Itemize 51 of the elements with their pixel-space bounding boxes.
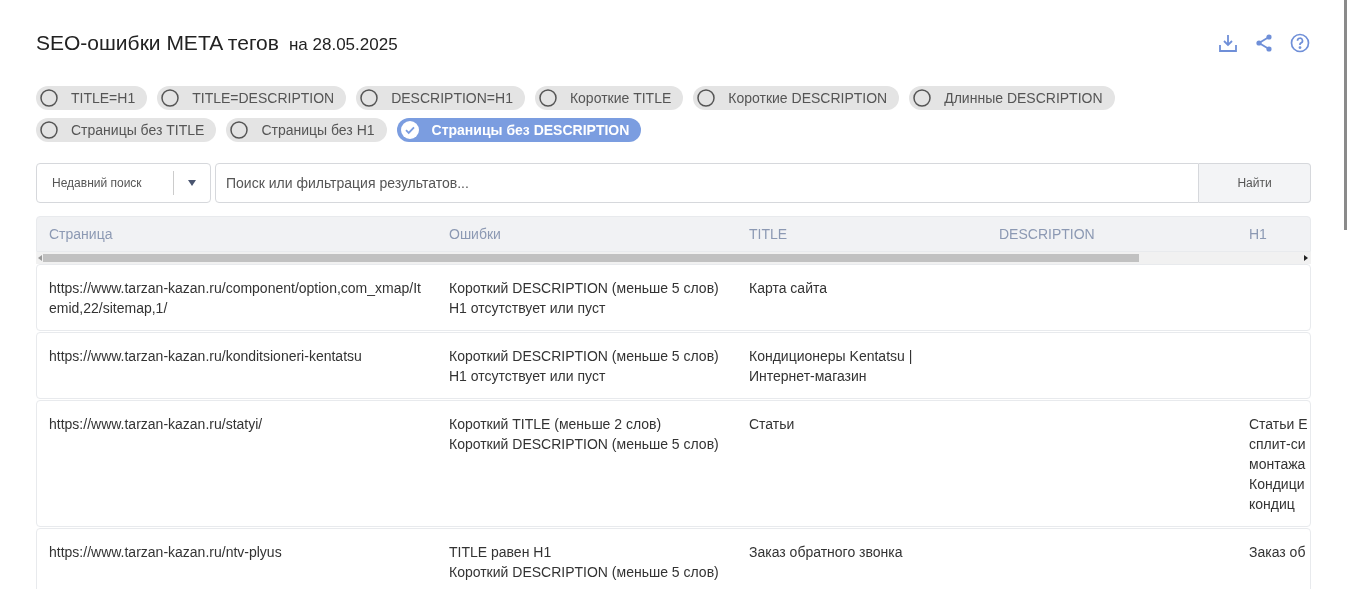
filter-chip[interactable]: Длинные DESCRIPTION <box>909 86 1115 110</box>
h1-text: Статьи Е <box>1249 415 1309 434</box>
page-url[interactable]: https://www.tarzan-kazan.ru/ntv-plyus <box>49 542 427 562</box>
filter-chip[interactable]: TITLE=DESCRIPTION <box>157 86 347 110</box>
radio-circle-icon <box>912 88 933 108</box>
title-text: Статьи <box>749 416 795 432</box>
radio-circle-icon <box>359 88 380 108</box>
error-text: Короткий DESCRIPTION (меньше 5 слов) <box>449 279 720 298</box>
filter-chip[interactable]: Короткие DESCRIPTION <box>693 86 900 110</box>
radio-circle-icon <box>39 88 59 108</box>
radio-circle-icon <box>160 88 181 108</box>
filter-chip[interactable]: Страницы без TITLE <box>36 118 217 142</box>
search-field[interactable]: Поиск или фильтрация результатов... <box>215 163 1199 203</box>
error-text: Короткий TITLE (меньше 2 слов) <box>449 415 663 434</box>
radio-circle-icon <box>39 120 59 140</box>
h1-text: сплит-си <box>1249 435 1307 454</box>
h1-text: Кондици <box>1249 475 1306 494</box>
error-text: Короткий DESCRIPTION (меньше 5 слов) <box>449 347 720 366</box>
report-date: на 28.05.2025 <box>288 34 398 57</box>
page-url[interactable]: https://www.tarzan-kazan.ru/statyi/ <box>49 414 427 434</box>
error-text: H1 отсутствует или пуст <box>449 299 607 318</box>
error-text: TITLE равен H1 <box>449 543 553 562</box>
check-circle-icon <box>399 120 420 140</box>
help-icon[interactable] <box>1290 33 1310 53</box>
scroll-right-icon[interactable] <box>1304 255 1308 261</box>
h1-text: монтажа <box>1249 455 1307 474</box>
download-icon[interactable] <box>1218 33 1238 53</box>
h1-text: Заказ об <box>1249 543 1307 562</box>
filter-chip[interactable]: Короткие TITLE <box>534 86 684 110</box>
page-url[interactable]: https://www.tarzan-kazan.ru/component/option,com_xmap/Itemid,22/sitemap,1/ <box>49 278 427 318</box>
filter-chip[interactable]: Страницы без H1 <box>226 118 387 142</box>
filter-chip[interactable]: DESCRIPTION=H1 <box>356 86 525 110</box>
caret-down-icon <box>187 179 197 187</box>
filter-chip[interactable]: TITLE=H1 <box>36 86 148 110</box>
error-text: Короткий DESCRIPTION (меньше 5 слов) <box>449 435 720 454</box>
h1-text: кондиц <box>1249 495 1296 514</box>
horizontal-scrollbar[interactable] <box>36 252 1311 264</box>
error-text: H1 отсутствует или пуст <box>449 367 607 386</box>
radio-circle-icon <box>229 120 250 140</box>
title-text: Карта сайта <box>749 280 827 296</box>
vertical-scrollbar[interactable] <box>1344 0 1347 230</box>
share-icon[interactable] <box>1254 33 1274 53</box>
title-text: Кондиционеры Kentatsu | Интернет-магазин <box>749 348 913 384</box>
page-url[interactable]: https://www.tarzan-kazan.ru/konditsioneri-kentatsu <box>49 346 427 366</box>
title-text: Заказ обратного звонка <box>749 544 903 560</box>
recent-search-dropdown[interactable]: Недавний поиск <box>36 163 211 203</box>
page-title: SEO-ошибки META тегов <box>36 30 279 57</box>
search-button[interactable]: Найти <box>1199 163 1311 203</box>
error-text: Короткий DESCRIPTION (меньше 5 слов) <box>449 563 720 582</box>
radio-circle-icon <box>537 88 558 108</box>
radio-circle-icon <box>696 88 717 108</box>
